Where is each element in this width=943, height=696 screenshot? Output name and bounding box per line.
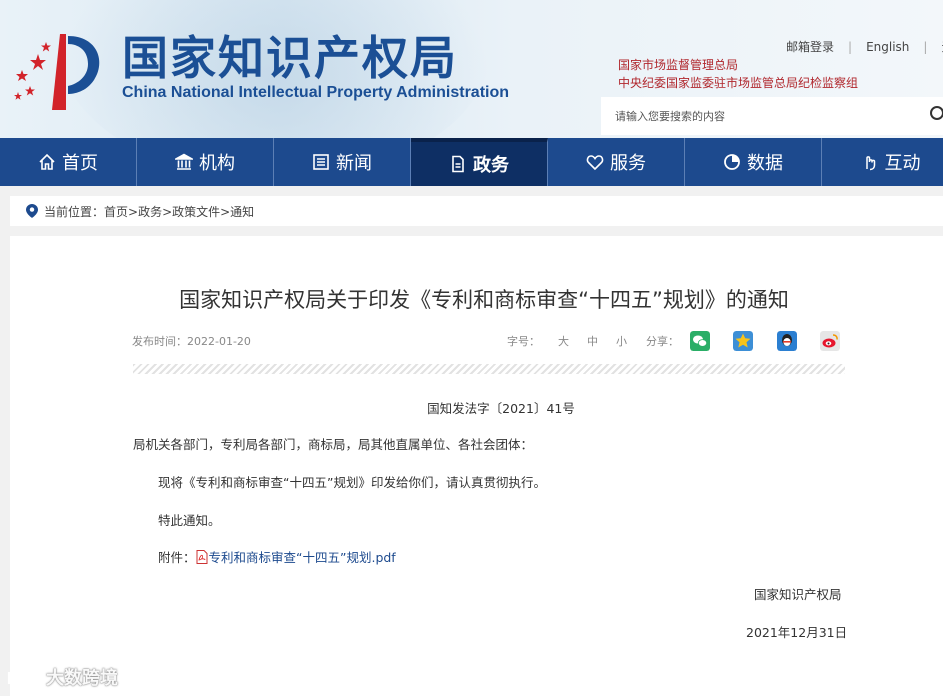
affiliation-link-discipline[interactable]: 中央纪委国家监委驻市场监管总局纪检监察组 [618, 74, 858, 91]
font-size-controls: 字号： 大 中 小 [507, 333, 627, 349]
news-icon [313, 154, 329, 170]
data-icon [724, 154, 740, 170]
cnipa-emblem-icon[interactable] [8, 22, 108, 112]
body-paragraph: 现将《专利和商标审查“十四五”规划》印发给你们，请认真贯彻执行。 [158, 475, 546, 490]
nav-label: 互动 [884, 153, 921, 174]
affiliation-link-samr[interactable]: 国家市场监督管理总局 [618, 56, 738, 73]
site-logo-chinese[interactable]: 国家知识产权局 [122, 22, 458, 88]
signature-date: 2021年12月31日 [746, 625, 848, 640]
search-input[interactable] [615, 107, 915, 125]
document-number: 国知发法字〔2021〕41号 [427, 401, 575, 416]
breadcrumb: 当前位置：首页>政务>政策文件>通知 [10, 196, 943, 226]
search-icon[interactable] [927, 105, 943, 125]
nav-label: 服务 [610, 153, 646, 174]
watermark-logo-icon [7, 669, 42, 684]
nav-item-service[interactable]: 服务 [548, 138, 685, 186]
nav-item-institution[interactable]: 机构 [137, 138, 274, 186]
separator: | [848, 40, 853, 54]
government-icon [452, 155, 464, 173]
nav-label: 首页 [62, 153, 98, 174]
watermark-text: 大数跨境 [46, 668, 118, 689]
qzone-icon[interactable] [733, 331, 753, 351]
search-box [601, 97, 943, 135]
nav-item-home[interactable]: 首页 [0, 138, 137, 186]
signature: 国家知识产权局 [754, 587, 842, 602]
watermark: 大数跨境 [6, 664, 118, 690]
pdf-icon [196, 550, 208, 564]
font-size-large-button[interactable]: 大 [558, 335, 569, 348]
nav-label: 新闻 [336, 153, 372, 174]
nav-label: 政务 [473, 155, 509, 176]
breadcrumb-label: 当前位置： [44, 204, 105, 219]
qq-icon[interactable] [777, 331, 797, 351]
breadcrumb-path[interactable]: 首页>政务>政策文件>通知 [104, 205, 254, 219]
institution-icon [175, 153, 193, 170]
mail-login-link[interactable]: 邮箱登录 [786, 40, 834, 54]
article-title: 国家知识产权局关于印发《专利和商标审查“十四五”规划》的通知 [179, 288, 789, 312]
site-logo-english[interactable]: China National Intellectual Property Adm… [122, 84, 509, 102]
nav-item-news[interactable]: 新闻 [274, 138, 411, 186]
weibo-icon[interactable] [820, 331, 840, 351]
font-size-small-button[interactable]: 小 [616, 335, 627, 348]
breadcrumb-text[interactable]: 当前位置：首页>政务>政策文件>通知 [44, 203, 254, 220]
attachment-label: 附件： [158, 550, 196, 565]
nav-item-interaction[interactable]: 互动 [822, 138, 943, 186]
separator: | [923, 40, 928, 54]
nav-item-data[interactable]: 数据 [685, 138, 822, 186]
location-pin-icon [26, 204, 38, 218]
body-closing: 特此通知。 [158, 513, 221, 528]
nav-label: 数据 [747, 153, 783, 174]
nav-label: 机构 [199, 153, 235, 174]
wechat-icon[interactable] [690, 331, 710, 351]
top-links: 邮箱登录|English|无 [786, 38, 943, 55]
article-panel: 国家知识产权局关于印发《专利和商标审查“十四五”规划》的通知 发布时间：2022… [10, 236, 943, 696]
service-icon [586, 155, 604, 171]
main-nav: 首页 机构 新闻 政务 服务 数据 互动 [0, 138, 943, 186]
attachment-name: 专利和商标审查“十四五”规划.pdf [208, 550, 396, 565]
home-icon [39, 153, 55, 170]
attachment-line: 附件： 专利和商标审查“十四五”规划.pdf [158, 547, 396, 566]
share-label: 分享： [646, 335, 679, 348]
nav-item-government[interactable]: 政务 [411, 138, 548, 186]
font-size-medium-button[interactable]: 中 [587, 335, 598, 348]
english-link[interactable]: English [866, 40, 909, 54]
divider-hatch [133, 364, 845, 374]
site-header: 国家知识产权局 China National Intellectual Prop… [0, 0, 943, 138]
attachment-link[interactable]: 专利和商标审查“十四五”规划.pdf [196, 550, 396, 565]
interaction-icon [865, 156, 875, 171]
publish-time: 发布时间：2022-01-20 [132, 335, 251, 348]
addressee: 局机关各部门，专利局各部门，商标局，局其他直属单位、各社会团体： [133, 437, 534, 452]
font-size-label: 字号： [507, 335, 540, 348]
